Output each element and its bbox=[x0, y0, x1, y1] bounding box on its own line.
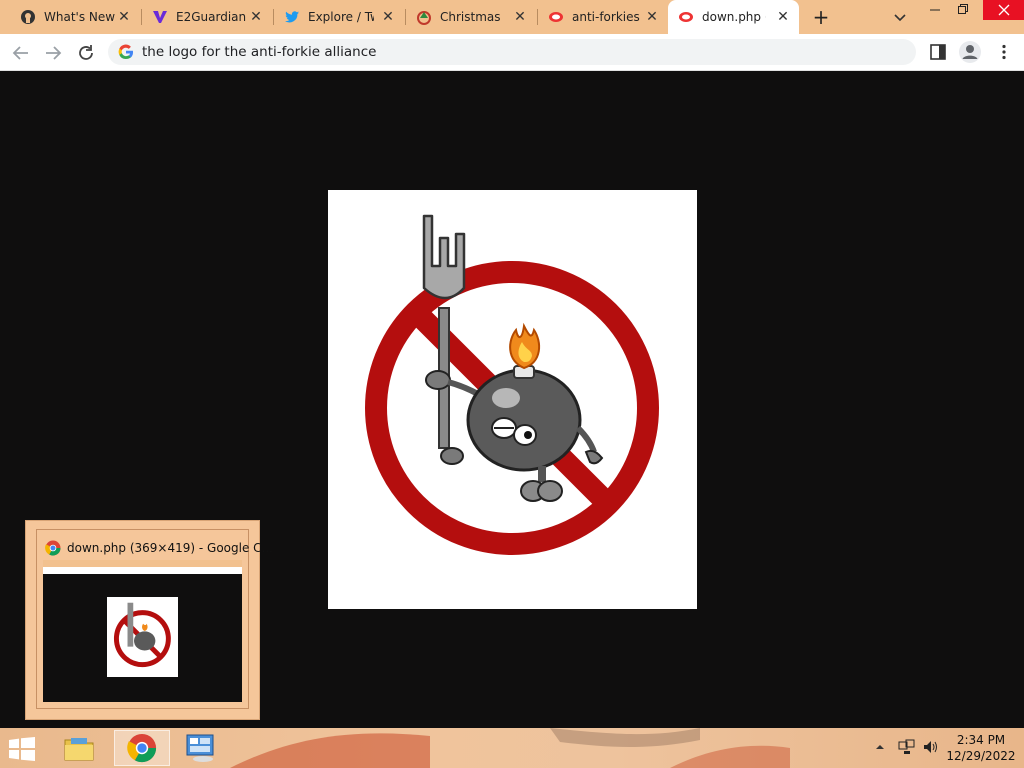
page-icon bbox=[548, 9, 564, 25]
close-window-button[interactable] bbox=[983, 0, 1024, 20]
reload-icon[interactable] bbox=[75, 42, 97, 64]
vivaldi-v-icon bbox=[152, 9, 168, 25]
preview-title-text: down.php (369×419) - Google C... bbox=[67, 541, 273, 555]
close-icon[interactable]: ✕ bbox=[644, 9, 660, 25]
christmas-icon bbox=[416, 9, 432, 25]
clock[interactable]: 2:34 PM 12/29/2022 bbox=[946, 732, 1016, 764]
tab-title: anti-forkies bbox=[572, 10, 640, 24]
control-panel-icon[interactable] bbox=[176, 730, 226, 766]
tab-twitter[interactable]: Explore / Tw ✕ bbox=[274, 0, 404, 34]
close-icon[interactable]: ✕ bbox=[775, 9, 791, 25]
preview-toolbar bbox=[43, 567, 242, 574]
new-tab-button[interactable]: + bbox=[810, 7, 832, 27]
google-g-icon bbox=[118, 44, 134, 60]
side-panel-icon[interactable] bbox=[928, 42, 948, 62]
tab-search-chevron-icon[interactable] bbox=[890, 7, 910, 27]
file-explorer-icon[interactable] bbox=[54, 730, 104, 766]
tab-whats-new[interactable]: What's New ✕ bbox=[0, 0, 140, 34]
restore-button[interactable] bbox=[948, 2, 978, 20]
tab-anti-forkies[interactable]: anti-forkies ✕ bbox=[538, 0, 668, 34]
clock-time: 2:34 PM bbox=[956, 733, 1006, 747]
forward-arrow-icon[interactable] bbox=[42, 42, 64, 64]
page-icon bbox=[678, 9, 694, 25]
twitter-bird-icon bbox=[284, 9, 300, 25]
address-text: the logo for the anti-forkie alliance bbox=[142, 44, 377, 60]
taskbar-thumbnail-preview[interactable]: down.php (369×419) - Google C... bbox=[25, 520, 273, 720]
preview-title: down.php (369×419) - Google C... bbox=[45, 540, 273, 556]
wallpaper-decoration bbox=[230, 728, 790, 768]
tab-title: Explore / Tw bbox=[308, 10, 374, 24]
preview-screenshot bbox=[43, 560, 242, 702]
menu-kebab-icon[interactable] bbox=[994, 42, 1014, 62]
address-bar[interactable]: the logo for the anti-forkie alliance bbox=[108, 39, 916, 65]
preview-frame: down.php (369×419) - Google C... bbox=[36, 529, 273, 709]
browser-toolbar: the logo for the anti-forkie alliance bbox=[0, 34, 1024, 71]
profile-avatar-icon[interactable] bbox=[958, 40, 982, 64]
back-arrow-icon[interactable] bbox=[10, 42, 32, 64]
windows-taskbar: 2:34 PM 12/29/2022 bbox=[0, 728, 1024, 768]
tab-title: Christmas Or bbox=[440, 10, 504, 24]
preview-logo-image bbox=[107, 597, 178, 677]
clock-date: 12/29/2022 bbox=[946, 749, 1016, 763]
preview-tab-strip bbox=[43, 560, 242, 567]
system-tray bbox=[874, 728, 942, 768]
tab-down-php[interactable]: down.php (3 ✕ bbox=[668, 0, 799, 34]
chrome-icon bbox=[45, 540, 61, 556]
tab-title: down.php (3 bbox=[702, 10, 766, 24]
minimize-button[interactable] bbox=[920, 2, 950, 20]
network-icon[interactable] bbox=[898, 739, 918, 758]
tab-christmas[interactable]: Christmas Or ✕ bbox=[406, 0, 536, 34]
github-icon bbox=[20, 9, 36, 25]
close-icon[interactable]: ✕ bbox=[512, 9, 528, 25]
chrome-icon[interactable] bbox=[114, 730, 170, 766]
close-icon[interactable]: ✕ bbox=[380, 9, 396, 25]
close-icon[interactable]: ✕ bbox=[116, 9, 132, 25]
tab-title: What's New bbox=[44, 10, 116, 24]
start-windows-icon[interactable] bbox=[8, 737, 36, 761]
volume-speaker-icon[interactable] bbox=[922, 739, 942, 758]
tab-e2guardian[interactable]: E2Guardian - ✕ bbox=[142, 0, 272, 34]
show-hidden-icons-chevron-icon[interactable] bbox=[874, 741, 888, 756]
tab-title: E2Guardian - bbox=[176, 10, 246, 24]
anti-forky-logo-image[interactable] bbox=[328, 190, 697, 609]
close-icon[interactable]: ✕ bbox=[248, 9, 264, 25]
tab-strip: What's New ✕ E2Guardian - ✕ Explore / Tw… bbox=[0, 0, 1024, 34]
